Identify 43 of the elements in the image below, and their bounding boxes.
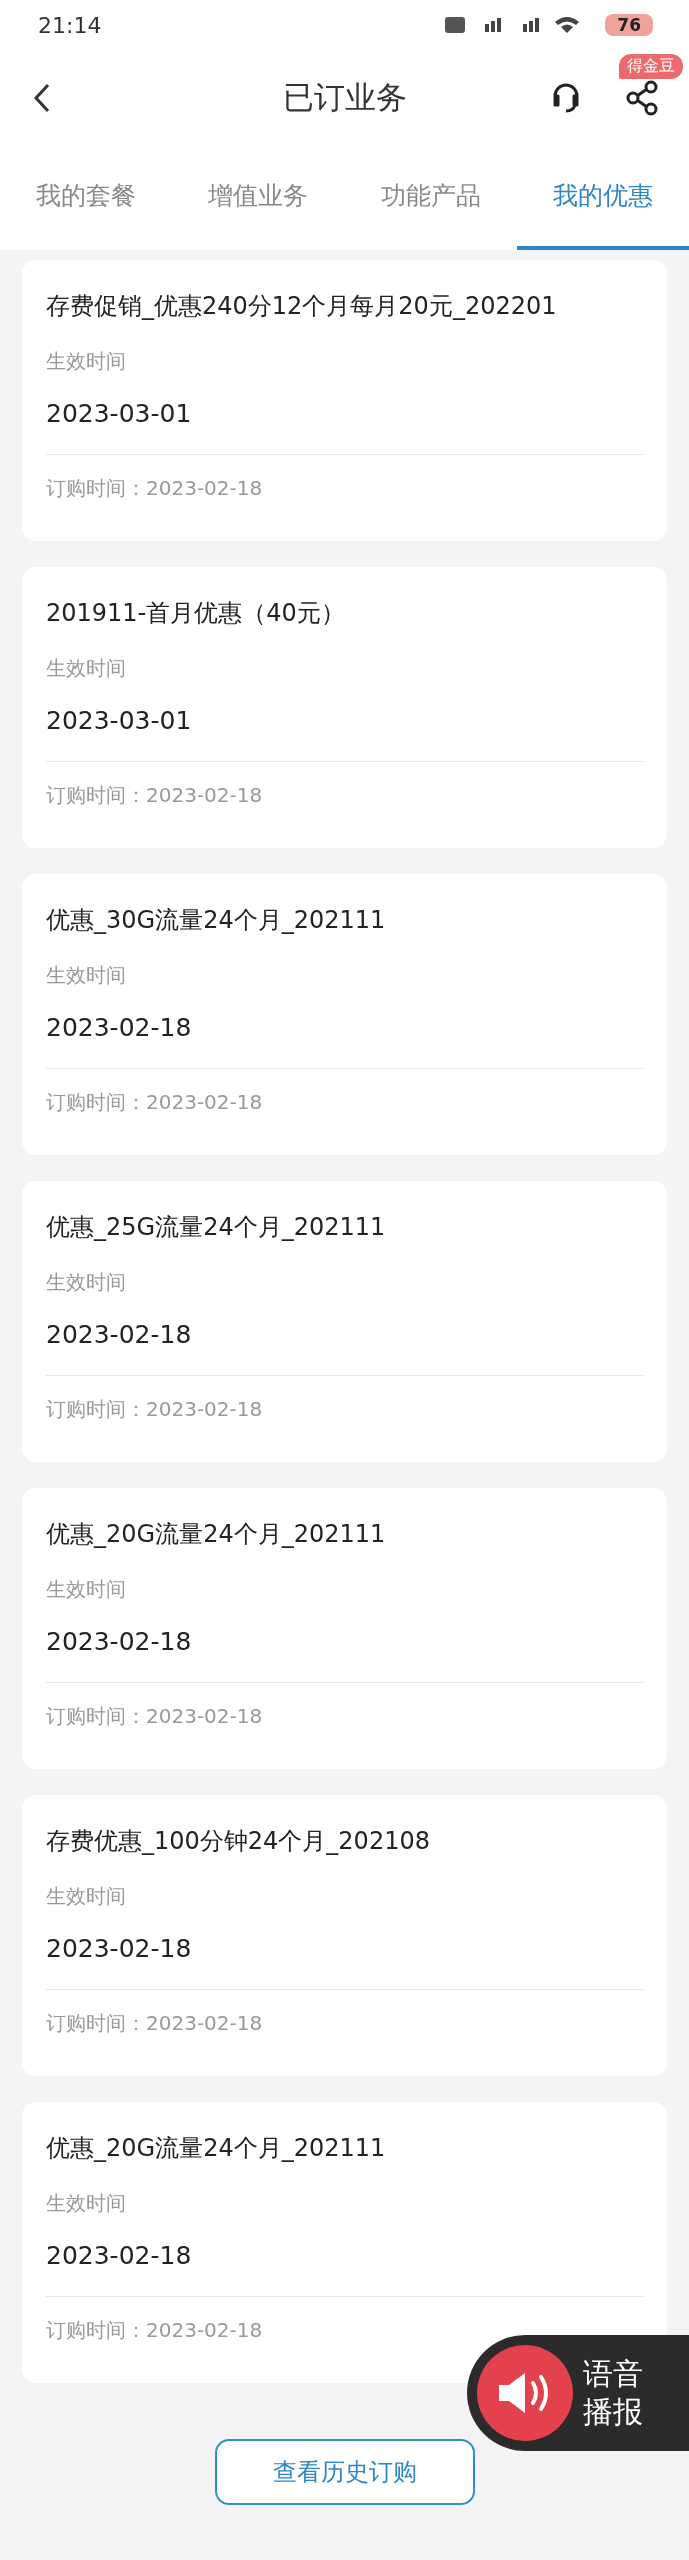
order-time: 订购时间：2023-02-18 (46, 1703, 264, 1730)
effective-label: 生效时间 (46, 2190, 127, 2217)
offer-name: 存费优惠_100分钟24个月_202108 (46, 1826, 431, 1857)
speaker-icon (477, 2345, 573, 2441)
tab[interactable]: 功能产品 (344, 145, 517, 250)
tab[interactable]: 我的优惠 (516, 145, 689, 250)
tab[interactable]: 增值业务 (172, 145, 345, 250)
voice-broadcast-widget[interactable]: 语音 播报 (467, 2335, 689, 2451)
effective-date: 2023-02-18 (46, 1319, 193, 1351)
effective-label: 生效时间 (46, 1883, 127, 1910)
order-time: 订购时间：2023-02-18 (46, 2010, 264, 2037)
effective-label: 生效时间 (46, 348, 127, 375)
history-button[interactable]: 查看历史订购 (214, 2439, 475, 2505)
effective-date: 2023-02-18 (46, 1626, 193, 1658)
order-time: 订购时间：2023-02-18 (46, 2317, 264, 2344)
effective-label: 生效时间 (46, 1576, 127, 1603)
order-time: 订购时间：2023-02-18 (46, 475, 264, 502)
order-time: 订购时间：2023-02-18 (46, 1089, 264, 1116)
page-title: 已订业务 (282, 77, 407, 117)
effective-date: 2023-02-18 (46, 1012, 193, 1044)
tab[interactable]: 我的套餐 (0, 145, 173, 250)
voice-label: 语音 (583, 2355, 643, 2393)
offer-name: 201911-首月优惠（40元） (46, 598, 346, 629)
share-icon[interactable] (625, 79, 659, 116)
offer-name: 优惠_20G流量24个月_202111 (46, 1519, 387, 1550)
back-icon[interactable] (32, 82, 52, 113)
effective-date: 2023-02-18 (46, 2240, 193, 2272)
battery-level: 76 (605, 14, 653, 36)
order-time: 订购时间：2023-02-18 (46, 1396, 264, 1423)
effective-date: 2023-03-01 (46, 398, 193, 430)
offer-name: 优惠_20G流量24个月_202111 (46, 2133, 387, 2164)
voice-label: 播报 (583, 2393, 643, 2431)
effective-label: 生效时间 (46, 655, 127, 682)
effective-label: 生效时间 (46, 962, 127, 989)
offer-name: 优惠_25G流量24个月_202111 (46, 1212, 387, 1243)
effective-label: 生效时间 (46, 1269, 127, 1296)
reward-badge[interactable]: 得金豆 (619, 54, 683, 79)
offer-name: 存费促销_优惠240分12个月每月20元_202201 (46, 291, 558, 322)
offer-name: 优惠_30G流量24个月_202111 (46, 905, 387, 936)
status-time: 21:14 (38, 12, 102, 38)
order-time: 订购时间：2023-02-18 (46, 782, 264, 809)
effective-date: 2023-03-01 (46, 705, 193, 737)
effective-date: 2023-02-18 (46, 1933, 193, 1965)
